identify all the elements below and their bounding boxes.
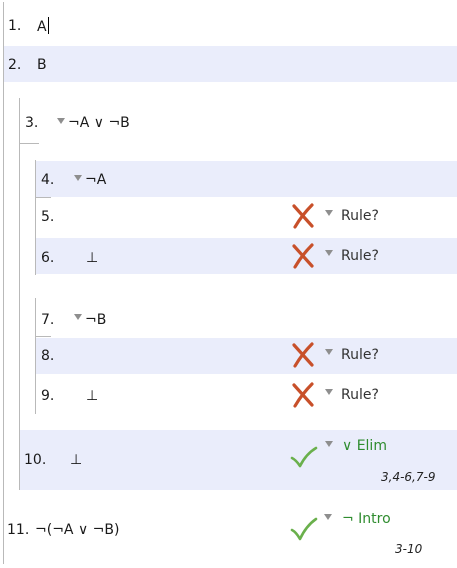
line-number: 9. — [41, 388, 55, 404]
formula-text[interactable]: ¬B — [85, 311, 106, 329]
rule-references[interactable]: 3-10 — [395, 542, 422, 556]
rule-selector[interactable]: Rule? — [341, 247, 379, 265]
main-scope-line — [3, 2, 4, 564]
cross-mark-icon — [292, 342, 314, 368]
proof-line-3[interactable]: 3. ¬A ∨ ¬B — [20, 104, 457, 140]
proof-line-7[interactable]: 7. ¬B — [36, 300, 457, 336]
line-number: 1. — [8, 18, 22, 34]
dropdown-triangle-icon[interactable] — [57, 118, 65, 124]
cross-mark-icon — [292, 382, 314, 408]
text-cursor — [47, 17, 49, 34]
line-number: 11. — [7, 522, 30, 538]
cross-mark-icon — [292, 203, 314, 229]
line-number: 3. — [25, 115, 39, 131]
dropdown-triangle-icon[interactable] — [74, 175, 82, 181]
formula-text[interactable]: ¬A ∨ ¬B — [68, 114, 130, 132]
dropdown-triangle-icon[interactable] — [325, 389, 333, 395]
formula-text[interactable]: ¬A — [85, 171, 106, 189]
rule-references[interactable]: 3,4-6,7-9 — [381, 470, 435, 484]
proof-line-11[interactable]: 11. ¬(¬A ∨ ¬B) ¬ Intro 3-10 — [4, 504, 457, 562]
proof-line-9[interactable]: 9. ⊥ Rule? — [36, 377, 457, 413]
formula-text[interactable]: ⊥ — [86, 387, 98, 405]
dropdown-triangle-icon[interactable] — [324, 514, 332, 520]
proof-line-1[interactable]: 1. A — [4, 8, 457, 44]
rule-selector[interactable]: Rule? — [341, 346, 379, 364]
check-mark-icon — [290, 446, 318, 468]
proof-line-8[interactable]: 8. Rule? — [36, 338, 457, 374]
line-number: 7. — [41, 312, 55, 328]
dropdown-triangle-icon[interactable] — [325, 210, 333, 216]
rule-selector[interactable]: Rule? — [341, 386, 379, 404]
line-number: 2. — [8, 57, 22, 73]
line-number: 5. — [41, 209, 55, 225]
check-mark-icon — [290, 517, 318, 541]
line-number: 8. — [41, 348, 55, 364]
dropdown-triangle-icon[interactable] — [74, 314, 82, 320]
proof-line-6[interactable]: 6. ⊥ Rule? — [36, 238, 457, 274]
line-number: 4. — [41, 172, 55, 188]
line-number: 6. — [41, 250, 55, 266]
dropdown-triangle-icon[interactable] — [325, 441, 333, 447]
rule-selector[interactable]: Rule? — [341, 207, 379, 225]
formula-text[interactable]: ⊥ — [86, 249, 98, 267]
subproof-3-assumption-line — [19, 143, 39, 144]
proof-line-10[interactable]: 10. ⊥ ∨ Elim 3,4-6,7-9 — [20, 430, 457, 490]
proof-line-2[interactable]: 2. B — [4, 46, 457, 82]
dropdown-triangle-icon[interactable] — [325, 349, 333, 355]
subproof-7-assumption-line — [35, 336, 51, 337]
line-number: 10. — [24, 452, 47, 468]
formula-text[interactable]: ¬(¬A ∨ ¬B) — [35, 521, 119, 539]
formula-text[interactable]: A — [37, 17, 49, 36]
rule-selector[interactable]: ∨ Elim — [342, 437, 387, 455]
formula-text[interactable]: B — [37, 56, 47, 74]
dropdown-triangle-icon[interactable] — [325, 250, 333, 256]
rule-selector[interactable]: ¬ Intro — [342, 510, 391, 528]
cross-mark-icon — [292, 243, 314, 269]
proof-line-4[interactable]: 4. ¬A — [36, 161, 457, 197]
formula-text[interactable]: ⊥ — [70, 451, 82, 469]
proof-line-5[interactable]: 5. Rule? — [36, 198, 457, 234]
